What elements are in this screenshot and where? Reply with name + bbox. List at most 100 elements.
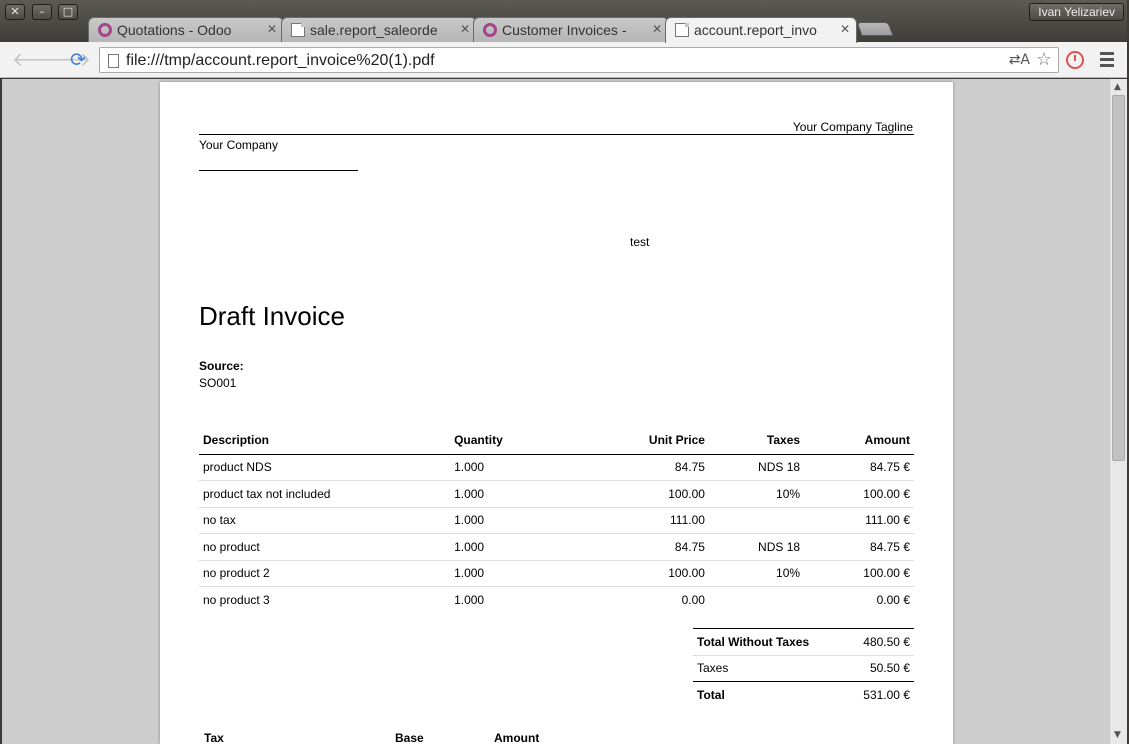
table-row: no tax 1.000 111.00 111.00 €: [199, 507, 914, 534]
odoo-icon: [98, 23, 112, 37]
untaxed-label: Total Without Taxes: [693, 628, 845, 656]
untaxed-value: 480.50 €: [844, 628, 914, 656]
tab-title: Quotations - Odoo: [117, 22, 232, 38]
source-label: Source:: [199, 359, 244, 373]
tab-sale-report[interactable]: sale.report_saleorde ✕: [281, 17, 477, 42]
scroll-up-icon[interactable]: ▲: [1114, 82, 1121, 92]
cell-amount: 100.00 €: [804, 560, 914, 587]
cell-taxes: [708, 507, 805, 534]
source-value: SO001: [199, 376, 237, 390]
address-bar[interactable]: file:///tmp/account.report_invoice%20(1)…: [99, 47, 1059, 73]
cell-quantity: 1.000: [450, 560, 547, 587]
profile-button[interactable]: Ivan Yelizariev: [1029, 3, 1124, 21]
odoo-icon: [483, 23, 497, 37]
tab-customer-invoices[interactable]: Customer Invoices - ✕: [473, 17, 669, 42]
cell-description: product tax not included: [199, 480, 451, 508]
table-row: no product 1.000 84.75 NDS 18 84.75 €: [199, 533, 914, 561]
close-tab-icon[interactable]: ✕: [840, 22, 850, 36]
total-label: Total: [693, 681, 845, 708]
tab-title: account.report_invo: [694, 22, 817, 38]
scroll-down-icon[interactable]: ▼: [1114, 730, 1121, 740]
minimize-window-button[interactable]: –: [32, 4, 52, 20]
cell-unit-price: 100.00: [546, 480, 709, 508]
cell-description: no product 2: [199, 560, 451, 587]
cell-unit-price: 84.75: [546, 454, 709, 481]
scrollbar-thumb[interactable]: [1112, 95, 1125, 461]
cell-unit-price: 84.75: [546, 533, 709, 561]
cell-amount: 84.75 €: [804, 533, 914, 561]
cell-quantity: 1.000: [450, 533, 547, 561]
close-tab-icon[interactable]: ✕: [460, 22, 470, 36]
cell-unit-price: 111.00: [546, 507, 709, 534]
tab-title: Customer Invoices -: [502, 22, 627, 38]
totals-row-total: Total 531.00 €: [693, 681, 914, 708]
browser-toolbar: 🡐 🡒 ⟳ file:///tmp/account.report_invoice…: [0, 42, 1129, 78]
tax-table-header-tax: Tax: [204, 731, 224, 744]
cell-quantity: 1.000: [450, 454, 547, 481]
company-tagline: Your Company Tagline: [792, 120, 913, 134]
table-row: no product 2 1.000 100.00 10% 100.00 €: [199, 560, 914, 587]
cell-amount: 100.00 €: [804, 480, 914, 508]
tab-quotations[interactable]: Quotations - Odoo ✕: [88, 17, 284, 42]
column-header-description: Description: [199, 427, 451, 455]
translate-icon[interactable]: ⇄A: [1009, 52, 1030, 68]
taxes-label: Taxes: [697, 661, 729, 676]
cell-description: no product 3: [203, 593, 270, 607]
taxes-value: 50.50 €: [869, 661, 910, 676]
window-titlebar: ✕ – □ Quotations - Odoo ✕ sale.report_sa…: [0, 0, 1129, 43]
cell-taxes: NDS 18: [708, 533, 805, 561]
pdf-page: Your Company Tagline Your Company test D…: [160, 82, 953, 744]
tax-table-header-amount: Amount: [494, 731, 540, 744]
cell-taxes: 10%: [708, 480, 805, 508]
page-icon: [108, 54, 119, 68]
cell-taxes: 10%: [708, 560, 805, 587]
table-row: product tax not included 1.000 100.00 10…: [199, 480, 914, 508]
column-header-unit-price: Unit Price: [546, 427, 709, 455]
timer-extension-icon[interactable]: [1066, 51, 1084, 69]
invoice-title: Draft Invoice: [199, 301, 345, 331]
totals-row-taxes: Taxes 50.50 €: [693, 655, 914, 682]
cell-amount: 0.00 €: [876, 593, 910, 607]
table-row: product NDS 1.000 84.75 NDS 18 84.75 €: [199, 454, 914, 481]
tab-account-report[interactable]: account.report_invo ✕: [665, 17, 857, 43]
cell-unit-price: 100.00: [546, 560, 709, 587]
partner-name: test: [630, 235, 650, 249]
close-tab-icon[interactable]: ✕: [267, 22, 277, 36]
cell-description: no tax: [199, 507, 451, 534]
tab-title: sale.report_saleorde: [310, 22, 438, 38]
document-icon: [675, 23, 689, 37]
close-window-button[interactable]: ✕: [5, 4, 25, 20]
cell-quantity: 1.000: [450, 480, 547, 508]
cell-description: no product: [199, 533, 451, 561]
vertical-scrollbar[interactable]: ▲ ▼: [1109, 79, 1127, 744]
column-header-taxes: Taxes: [708, 427, 805, 455]
header-divider: [199, 134, 914, 135]
maximize-window-button[interactable]: □: [58, 4, 78, 20]
total-value: 531.00 €: [844, 681, 914, 708]
table-header-row: Description Quantity Unit Price Taxes Am…: [199, 427, 914, 455]
new-tab-button[interactable]: [856, 22, 894, 36]
column-header-amount: Amount: [804, 427, 914, 455]
cell-unit-price: 0.00: [681, 593, 705, 607]
totals-table: Total Without Taxes 480.50 € Taxes 50.50…: [693, 628, 914, 708]
menu-icon[interactable]: [1100, 52, 1114, 70]
cell-quantity: 1.000: [454, 593, 485, 607]
cell-taxes: NDS 18: [708, 454, 805, 481]
cell-amount: 84.75 €: [804, 454, 914, 481]
totals-row-untaxed: Total Without Taxes 480.50 €: [693, 628, 914, 656]
document-icon: [291, 23, 305, 37]
close-tab-icon[interactable]: ✕: [652, 22, 662, 36]
column-header-quantity: Quantity: [450, 427, 547, 455]
cell-amount: 111.00 €: [804, 507, 914, 534]
company-divider: [199, 170, 358, 171]
cell-description: product NDS: [199, 454, 451, 481]
tax-table-header-base: Base: [395, 731, 424, 744]
cell-taxes: [709, 587, 804, 614]
reload-icon[interactable]: ⟳: [70, 50, 86, 70]
cell-quantity: 1.000: [450, 507, 547, 534]
table-row: no product 3 1.000 0.00 0.00 €: [199, 587, 914, 614]
url-text[interactable]: file:///tmp/account.report_invoice%20(1)…: [126, 52, 435, 70]
company-name: Your Company: [199, 138, 278, 152]
invoice-lines-table: Description Quantity Unit Price Taxes Am…: [199, 427, 914, 613]
bookmark-star-icon[interactable]: ☆: [1036, 49, 1052, 70]
